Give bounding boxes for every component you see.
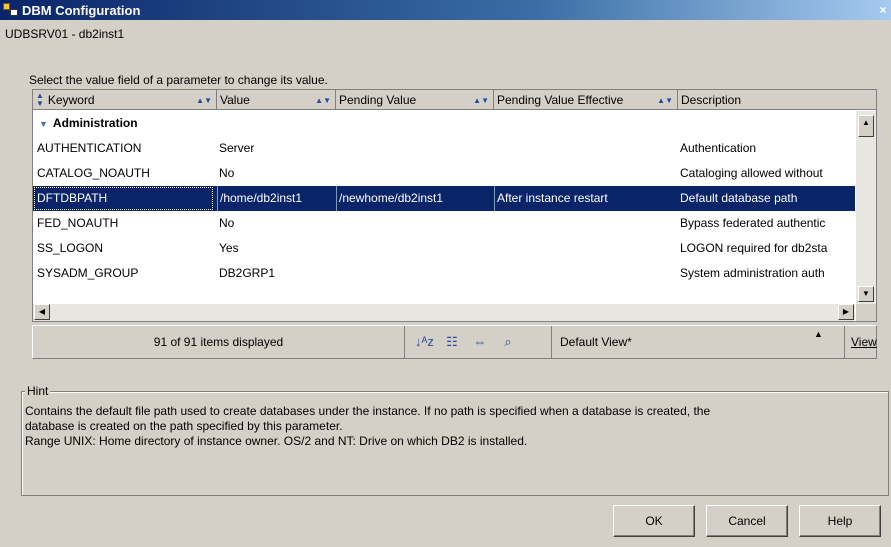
customize-columns-icon[interactable]: ⇔ xyxy=(471,334,489,350)
keyword-cell: FED_NOAUTH xyxy=(37,216,119,230)
pending-value-cell[interactable] xyxy=(336,261,491,286)
scrollbar-corner xyxy=(856,304,876,321)
sort-icon[interactable]: ↓ᴬz xyxy=(415,334,434,350)
keyword-cell: SS_LOGON xyxy=(37,241,104,255)
help-button[interactable]: Help xyxy=(799,505,881,537)
table-status-bar: 91 of 91 items displayed ↓ᴬz ☷ ⇔ ⌕ Defau… xyxy=(32,325,877,359)
scroll-up-icon[interactable]: ▲ xyxy=(858,115,874,137)
sort-icon[interactable]: ▲▼ xyxy=(657,96,673,105)
table-body: ▼ Administration AUTHENTICATION Server Au… xyxy=(33,111,855,304)
parameter-table: ▲ ▼ Keyword ▲▼ Value ▲▼ Pending Value ▲▼ … xyxy=(32,89,877,322)
group-row-administration[interactable]: ▼ Administration xyxy=(33,111,855,136)
view-button[interactable]: View xyxy=(844,326,878,358)
ok-button[interactable]: OK xyxy=(613,505,695,537)
value-cell[interactable]: DB2GRP1 xyxy=(217,261,335,286)
sort-icon[interactable]: ▲▼ xyxy=(196,96,212,105)
hint-line: database is created on the path specifie… xyxy=(25,419,343,433)
scroll-left-icon[interactable]: ◀ xyxy=(34,304,50,320)
pending-effective-cell xyxy=(494,161,674,186)
scroll-right-icon[interactable]: ▶ xyxy=(838,304,854,320)
hint-line: Contains the default file path used to c… xyxy=(25,404,711,418)
instruction-text: Select the value field of a parameter to… xyxy=(29,73,328,87)
sort-icon[interactable]: ▲▼ xyxy=(315,96,331,105)
table-row[interactable]: SYSADM_GROUP DB2GRP1 System administrati… xyxy=(33,261,855,286)
table-row-selected[interactable]: DFTDBPATH /home/db2inst1 /newhome/db2ins… xyxy=(33,186,855,211)
pending-value-cell[interactable]: /newhome/db2inst1 xyxy=(336,186,491,211)
window-title: DBM Configuration xyxy=(22,2,141,18)
pending-value-cell[interactable] xyxy=(336,211,491,236)
pending-value-cell[interactable] xyxy=(336,236,491,261)
pending-value-cell[interactable] xyxy=(336,136,491,161)
keyword-cell: AUTHENTICATION xyxy=(37,141,142,155)
items-count: 91 of 91 items displayed xyxy=(33,326,405,358)
pending-effective-cell xyxy=(494,211,674,236)
description-cell: Bypass federated authentic xyxy=(680,216,826,230)
hint-title: Hint xyxy=(25,384,51,398)
table-toolbar: ↓ᴬz ☷ ⇔ ⌕ xyxy=(415,334,517,350)
description-cell: Authentication xyxy=(680,141,757,155)
column-header-pending-effective[interactable]: Pending Value Effective ▲▼ xyxy=(494,90,678,110)
table-header: ▲ ▼ Keyword ▲▼ Value ▲▼ Pending Value ▲▼ … xyxy=(33,90,876,110)
filter-icon[interactable]: ☷ xyxy=(443,334,461,350)
column-header-value[interactable]: Value ▲▼ xyxy=(217,90,336,110)
pending-effective-cell xyxy=(494,236,674,261)
value-cell[interactable]: Yes xyxy=(217,236,335,261)
table-row[interactable]: FED_NOAUTH No Bypass federated authentic xyxy=(33,211,855,236)
description-cell: LOGON required for db2sta xyxy=(680,241,828,255)
column-header-keyword[interactable]: ▲ ▼ Keyword ▲▼ xyxy=(33,90,217,110)
column-header-description[interactable]: Description xyxy=(678,90,876,110)
cancel-button[interactable]: Cancel xyxy=(706,505,788,537)
table-row[interactable]: AUTHENTICATION Server Authentication xyxy=(33,136,855,161)
keyword-cell: DFTDBPATH xyxy=(33,186,214,211)
app-icon xyxy=(3,3,19,17)
value-cell[interactable]: No xyxy=(217,211,335,236)
pending-effective-cell xyxy=(494,261,674,286)
description-cell: Default database path xyxy=(680,191,798,205)
pending-effective-cell xyxy=(494,136,674,161)
sort-icon[interactable]: ▲▼ xyxy=(36,92,44,108)
instance-label: UDBSRV01 - db2inst1 xyxy=(5,27,125,41)
pending-effective-cell: After instance restart xyxy=(494,186,674,211)
hint-line: Range UNIX: Home directory of instance o… xyxy=(25,434,528,448)
scroll-down-icon[interactable]: ▼ xyxy=(858,286,874,302)
table-row[interactable]: SS_LOGON Yes LOGON required for db2sta xyxy=(33,236,855,261)
hint-text: Contains the default file path used to c… xyxy=(25,404,885,449)
sort-icon[interactable]: ▲▼ xyxy=(473,96,489,105)
keyword-cell: SYSADM_GROUP xyxy=(37,266,139,280)
view-selector[interactable]: Default View* xyxy=(551,326,871,358)
description-cell: System administration auth xyxy=(680,266,825,280)
collapse-triangle-icon[interactable]: ▼ xyxy=(39,112,48,136)
pending-value-cell[interactable] xyxy=(336,161,491,186)
value-cell[interactable]: Server xyxy=(217,136,335,161)
column-header-pending-value[interactable]: Pending Value ▲▼ xyxy=(336,90,494,110)
keyword-cell: CATALOG_NOAUTH xyxy=(37,166,150,180)
group-label: Administration xyxy=(52,116,138,130)
value-cell[interactable]: /home/db2inst1 xyxy=(217,186,335,211)
close-icon[interactable]: × xyxy=(877,3,889,17)
description-cell: Cataloging allowed without xyxy=(680,166,823,180)
horizontal-scrollbar[interactable]: ◀ ▶ xyxy=(33,304,855,321)
value-cell[interactable]: No xyxy=(217,161,335,186)
title-bar: DBM Configuration × xyxy=(0,0,891,20)
vertical-scrollbar[interactable]: ▲ ▼ xyxy=(856,111,876,304)
table-row[interactable]: CATALOG_NOAUTH No Cataloging allowed wit… xyxy=(33,161,855,186)
caret-up-icon[interactable]: ▲ xyxy=(814,329,823,339)
find-icon[interactable]: ⌕ xyxy=(499,334,517,350)
